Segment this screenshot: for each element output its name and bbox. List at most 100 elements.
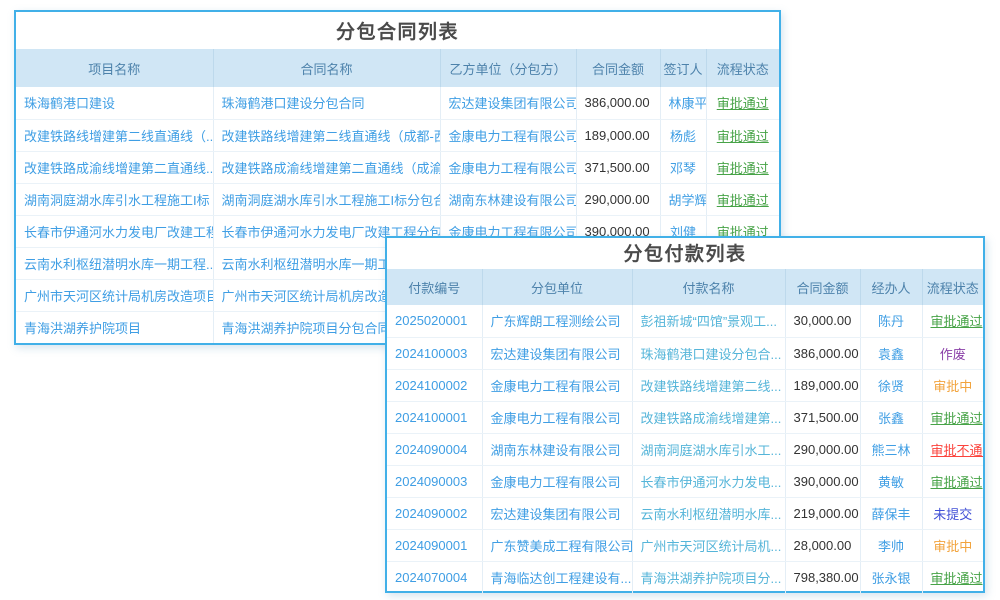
cell-contract-amount: 290,000.00 [785, 433, 860, 465]
col-contract-name: 合同名称 [213, 49, 440, 87]
cell-project-name[interactable]: 青海洪湖养护院项目 [16, 311, 213, 343]
table-row: 2024090001广东赞美成工程有限公司广州市天河区统计局机...28,000… [387, 529, 983, 561]
table-row: 珠海鹤港口建设珠海鹤港口建设分包合同宏达建设集团有限公司386,000.00林康… [16, 87, 779, 119]
cell-process-status[interactable]: 审批通过 [922, 465, 983, 497]
col-process-status: 流程状态 [706, 49, 779, 87]
cell-process-status[interactable]: 审批通过 [706, 87, 779, 119]
cell-subcontractor-unit[interactable]: 广东赞美成工程有限公司 [482, 529, 632, 561]
cell-subcontractor-unit[interactable]: 金康电力工程有限公司 [482, 465, 632, 497]
cell-payment-no[interactable]: 2024070004 [387, 561, 482, 593]
cell-process-status[interactable]: 作废 [922, 337, 983, 369]
table-row: 2024100003宏达建设集团有限公司珠海鹤港口建设分包合...386,000… [387, 337, 983, 369]
cell-contract-name[interactable]: 改建铁路线增建第二线直通线（成都-西... [213, 119, 440, 151]
cell-handler[interactable]: 陈丹 [860, 305, 922, 337]
cell-party-b-unit[interactable]: 金康电力工程有限公司 [440, 151, 576, 183]
cell-process-status[interactable]: 审批通过 [922, 401, 983, 433]
cell-process-status[interactable]: 审批通过 [706, 119, 779, 151]
cell-handler[interactable]: 徐贤 [860, 369, 922, 401]
cell-project-name[interactable]: 长春市伊通河水力发电厂改建工程 [16, 215, 213, 247]
table-row: 湖南洞庭湖水库引水工程施工I标湖南洞庭湖水库引水工程施工I标分包合同湖南东林建设… [16, 183, 779, 215]
cell-payment-name[interactable]: 彭祖新城“四馆”景观工... [632, 305, 785, 337]
cell-payment-name[interactable]: 广州市天河区统计局机... [632, 529, 785, 561]
col-contract-amount: 合同金额 [785, 269, 860, 305]
cell-payment-no[interactable]: 2024090004 [387, 433, 482, 465]
cell-project-name[interactable]: 广州市天河区统计局机房改造项目 [16, 279, 213, 311]
cell-project-name[interactable]: 云南水利枢纽潜明水库一期工程... [16, 247, 213, 279]
col-contract-amount: 合同金额 [576, 49, 660, 87]
cell-signer[interactable]: 杨彪 [660, 119, 706, 151]
cell-party-b-unit[interactable]: 宏达建设集团有限公司 [440, 87, 576, 119]
cell-process-status[interactable]: 审批通过 [922, 305, 983, 337]
cell-payment-name[interactable]: 改建铁路线增建第二线... [632, 369, 785, 401]
cell-process-status[interactable]: 审批通过 [706, 151, 779, 183]
col-payment-no: 付款编号 [387, 269, 482, 305]
payment-table-header-row: 付款编号 分包单位 付款名称 合同金额 经办人 流程状态 [387, 269, 983, 305]
cell-handler[interactable]: 袁鑫 [860, 337, 922, 369]
cell-project-name[interactable]: 改建铁路线增建第二线直通线（... [16, 119, 213, 151]
cell-contract-amount: 386,000.00 [576, 87, 660, 119]
cell-payment-name[interactable]: 青海洪湖养护院项目分... [632, 561, 785, 593]
cell-contract-amount: 189,000.00 [576, 119, 660, 151]
payment-table: 付款编号 分包单位 付款名称 合同金额 经办人 流程状态 2025020001广… [387, 269, 983, 593]
cell-signer[interactable]: 林康平 [660, 87, 706, 119]
subcontract-payment-table-panel: 分包付款列表 付款编号 分包单位 付款名称 合同金额 经办人 流程状态 2025… [385, 236, 985, 593]
table-row: 2025020001广东辉朗工程测绘公司彭祖新城“四馆”景观工...30,000… [387, 305, 983, 337]
cell-subcontractor-unit[interactable]: 青海临达创工程建设有... [482, 561, 632, 593]
cell-payment-name[interactable]: 云南水利枢纽潜明水库... [632, 497, 785, 529]
cell-subcontractor-unit[interactable]: 金康电力工程有限公司 [482, 401, 632, 433]
cell-subcontractor-unit[interactable]: 宏达建设集团有限公司 [482, 497, 632, 529]
cell-payment-no[interactable]: 2024090001 [387, 529, 482, 561]
cell-process-status[interactable]: 审批中 [922, 369, 983, 401]
cell-contract-amount: 798,380.00 [785, 561, 860, 593]
cell-handler[interactable]: 熊三林 [860, 433, 922, 465]
cell-contract-name[interactable]: 珠海鹤港口建设分包合同 [213, 87, 440, 119]
cell-handler[interactable]: 薛保丰 [860, 497, 922, 529]
cell-contract-amount: 371,500.00 [576, 151, 660, 183]
cell-process-status[interactable]: 审批通过 [922, 561, 983, 593]
cell-project-name[interactable]: 湖南洞庭湖水库引水工程施工I标 [16, 183, 213, 215]
table-row: 2024090004湖南东林建设有限公司湖南洞庭湖水库引水工...290,000… [387, 433, 983, 465]
cell-handler[interactable]: 李帅 [860, 529, 922, 561]
cell-process-status[interactable]: 审批不通过 [922, 433, 983, 465]
col-party-b-unit: 乙方单位（分包方） [440, 49, 576, 87]
cell-process-status[interactable]: 审批通过 [706, 183, 779, 215]
cell-party-b-unit[interactable]: 金康电力工程有限公司 [440, 119, 576, 151]
cell-contract-amount: 219,000.00 [785, 497, 860, 529]
table-row: 2024070004青海临达创工程建设有...青海洪湖养护院项目分...798,… [387, 561, 983, 593]
cell-subcontractor-unit[interactable]: 广东辉朗工程测绘公司 [482, 305, 632, 337]
cell-contract-name[interactable]: 改建铁路成渝线增建第二直通线（成渝... [213, 151, 440, 183]
cell-subcontractor-unit[interactable]: 宏达建设集团有限公司 [482, 337, 632, 369]
cell-payment-no[interactable]: 2024100002 [387, 369, 482, 401]
cell-process-status[interactable]: 审批中 [922, 529, 983, 561]
cell-subcontractor-unit[interactable]: 湖南东林建设有限公司 [482, 433, 632, 465]
cell-payment-no[interactable]: 2024100003 [387, 337, 482, 369]
cell-contract-amount: 290,000.00 [576, 183, 660, 215]
cell-handler[interactable]: 张鑫 [860, 401, 922, 433]
cell-subcontractor-unit[interactable]: 金康电力工程有限公司 [482, 369, 632, 401]
cell-payment-name[interactable]: 湖南洞庭湖水库引水工... [632, 433, 785, 465]
cell-payment-name[interactable]: 长春市伊通河水力发电... [632, 465, 785, 497]
cell-contract-amount: 390,000.00 [785, 465, 860, 497]
cell-project-name[interactable]: 改建铁路成渝线增建第二直通线... [16, 151, 213, 183]
cell-payment-no[interactable]: 2024100001 [387, 401, 482, 433]
cell-handler[interactable]: 黄敏 [860, 465, 922, 497]
cell-contract-name[interactable]: 湖南洞庭湖水库引水工程施工I标分包合同 [213, 183, 440, 215]
col-handler: 经办人 [860, 269, 922, 305]
cell-payment-name[interactable]: 改建铁路成渝线增建第... [632, 401, 785, 433]
table-row: 2024100001金康电力工程有限公司改建铁路成渝线增建第...371,500… [387, 401, 983, 433]
cell-payment-no[interactable]: 2024090003 [387, 465, 482, 497]
cell-project-name[interactable]: 珠海鹤港口建设 [16, 87, 213, 119]
cell-payment-no[interactable]: 2024090002 [387, 497, 482, 529]
table-row: 2024090003金康电力工程有限公司长春市伊通河水力发电...390,000… [387, 465, 983, 497]
cell-payment-name[interactable]: 珠海鹤港口建设分包合... [632, 337, 785, 369]
cell-signer[interactable]: 邓琴 [660, 151, 706, 183]
table-row: 改建铁路成渝线增建第二直通线...改建铁路成渝线增建第二直通线（成渝...金康电… [16, 151, 779, 183]
cell-handler[interactable]: 张永银 [860, 561, 922, 593]
cell-signer[interactable]: 胡学辉 [660, 183, 706, 215]
cell-process-status[interactable]: 未提交 [922, 497, 983, 529]
col-payment-name: 付款名称 [632, 269, 785, 305]
col-project-name: 项目名称 [16, 49, 213, 87]
col-subcontractor-unit: 分包单位 [482, 269, 632, 305]
cell-payment-no[interactable]: 2025020001 [387, 305, 482, 337]
cell-party-b-unit[interactable]: 湖南东林建设有限公司 [440, 183, 576, 215]
